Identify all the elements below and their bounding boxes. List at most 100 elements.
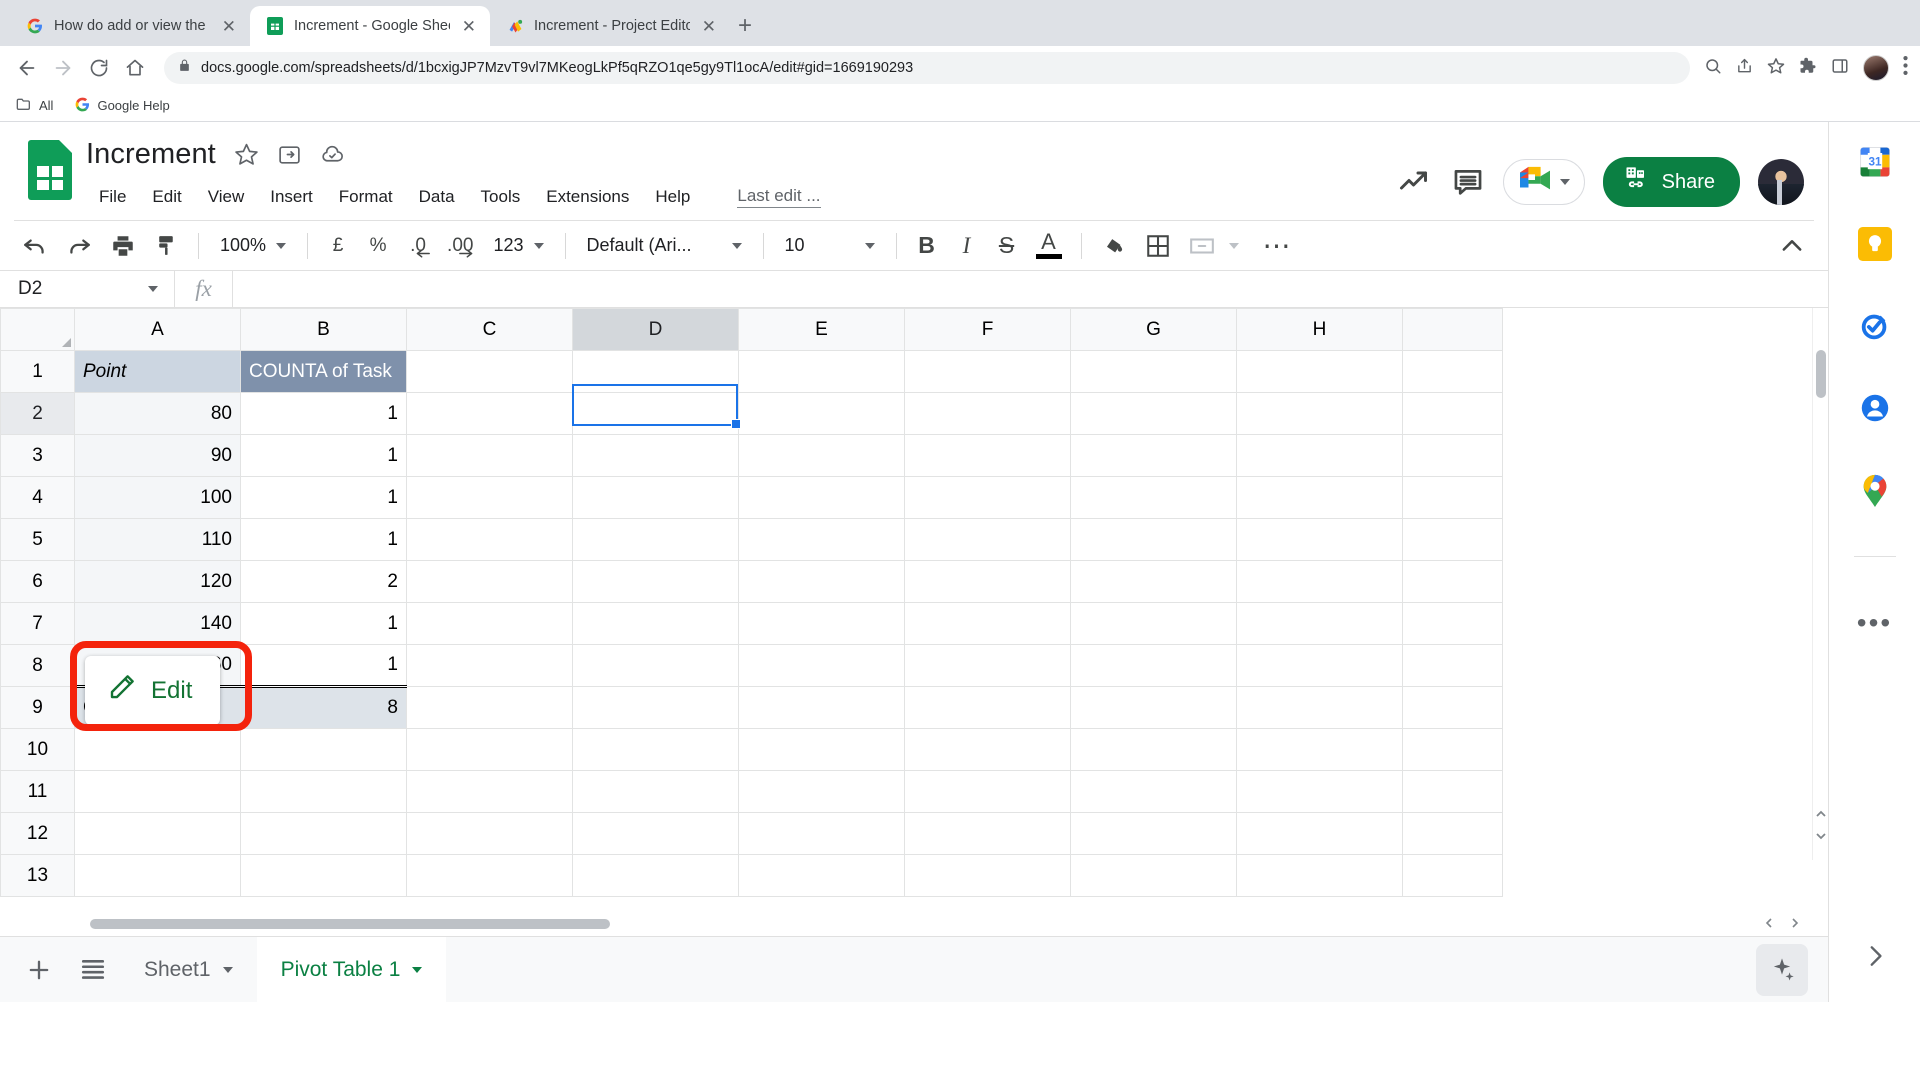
cell-d1[interactable] (572, 350, 739, 393)
cell-e2[interactable] (738, 392, 905, 435)
cell-e9[interactable] (738, 686, 905, 729)
cell-e11[interactable] (738, 770, 905, 813)
cell-i5[interactable] (1402, 518, 1503, 561)
cell-h12[interactable] (1236, 812, 1403, 855)
cell-c7[interactable] (406, 602, 573, 645)
cell-d4[interactable] (572, 476, 739, 519)
comment-icon[interactable] (1451, 165, 1485, 199)
cell-f5[interactable] (904, 518, 1071, 561)
reload-icon[interactable] (84, 53, 114, 83)
contacts-icon[interactable] (1853, 386, 1897, 430)
cell-h8[interactable] (1236, 644, 1403, 687)
menu-file[interactable]: File (86, 183, 139, 211)
cell-g5[interactable] (1070, 518, 1237, 561)
scroll-up-arrow[interactable] (1813, 807, 1828, 826)
sheet-tab-pivot-table-1[interactable]: Pivot Table 1 (256, 937, 447, 1002)
cell-f4[interactable] (904, 476, 1071, 519)
cell-e13[interactable] (738, 854, 905, 897)
font-size-selector[interactable]: 10 (775, 227, 885, 265)
cell-g11[interactable] (1070, 770, 1237, 813)
font-family-selector[interactable]: Default (Ari... (577, 227, 752, 265)
cell-e3[interactable] (738, 434, 905, 477)
column-header-f[interactable]: F (904, 308, 1071, 351)
cell-e5[interactable] (738, 518, 905, 561)
vertical-scroll-thumb[interactable] (1816, 350, 1826, 398)
paint-format-icon[interactable] (146, 227, 187, 265)
trending-chart-icon[interactable] (1397, 164, 1433, 200)
cell-b6[interactable]: 2 (240, 560, 407, 603)
browser-tab-1[interactable]: Increment - Google Sheets ✕ (250, 6, 490, 46)
strikethrough-button[interactable]: S (988, 227, 1026, 265)
cell-f8[interactable] (904, 644, 1071, 687)
cell-f2[interactable] (904, 392, 1071, 435)
cell-b3[interactable]: 1 (240, 434, 407, 477)
cell-h3[interactable] (1236, 434, 1403, 477)
menu-help[interactable]: Help (642, 183, 703, 211)
cell-d6[interactable] (572, 560, 739, 603)
row-header[interactable]: 10 (0, 728, 75, 771)
cell-c2[interactable] (406, 392, 573, 435)
cell-c6[interactable] (406, 560, 573, 603)
chevron-down-icon[interactable] (222, 966, 233, 973)
cell-a10[interactable] (74, 728, 241, 771)
account-avatar[interactable] (1758, 159, 1804, 205)
cell-g4[interactable] (1070, 476, 1237, 519)
cell-g12[interactable] (1070, 812, 1237, 855)
cell-h13[interactable] (1236, 854, 1403, 897)
row-header[interactable]: 5 (0, 518, 75, 561)
cell-e6[interactable] (738, 560, 905, 603)
text-color-button[interactable]: A (1028, 227, 1070, 265)
cell-f13[interactable] (904, 854, 1071, 897)
cell-h4[interactable] (1236, 476, 1403, 519)
column-header-e[interactable]: E (738, 308, 905, 351)
cell-i7[interactable] (1402, 602, 1503, 645)
cell-i2[interactable] (1402, 392, 1503, 435)
tab-close-icon[interactable]: ✕ (220, 18, 238, 35)
cell-b8[interactable]: 1 (240, 644, 407, 687)
cell-d11[interactable] (572, 770, 739, 813)
cell-e10[interactable] (738, 728, 905, 771)
chevron-down-icon[interactable] (148, 286, 158, 292)
cell-d12[interactable] (572, 812, 739, 855)
column-header-c[interactable]: C (406, 308, 573, 351)
cell-i8[interactable] (1402, 644, 1503, 687)
home-icon[interactable] (120, 53, 150, 83)
cell-e8[interactable] (738, 644, 905, 687)
cell-f10[interactable] (904, 728, 1071, 771)
chevron-down-icon[interactable] (1559, 179, 1570, 185)
calendar-icon[interactable]: 31 (1853, 140, 1897, 184)
last-edit-label[interactable]: Last edit ... (737, 186, 821, 208)
cell-d9[interactable] (572, 686, 739, 729)
cell-h9[interactable] (1236, 686, 1403, 729)
cell-b13[interactable] (240, 854, 407, 897)
cell-i10[interactable] (1402, 728, 1503, 771)
bookmark-all[interactable]: All (16, 97, 53, 114)
cell-f1[interactable] (904, 350, 1071, 393)
row-header[interactable]: 4 (0, 476, 75, 519)
expand-side-panel-icon[interactable] (1862, 943, 1888, 976)
menu-data[interactable]: Data (406, 183, 468, 211)
cell-b11[interactable] (240, 770, 407, 813)
cell-c10[interactable] (406, 728, 573, 771)
menu-edit[interactable]: Edit (139, 183, 194, 211)
cell-i9[interactable] (1402, 686, 1503, 729)
column-header-g[interactable]: G (1070, 308, 1237, 351)
scroll-right-arrow[interactable] (1782, 917, 1828, 932)
pivot-edit-button[interactable]: Edit (85, 656, 221, 725)
row-header[interactable]: 9 (0, 686, 75, 729)
menu-format[interactable]: Format (326, 183, 406, 211)
column-header-d[interactable]: D (572, 308, 739, 351)
cell-c3[interactable] (406, 434, 573, 477)
cell-c5[interactable] (406, 518, 573, 561)
scroll-down-arrow[interactable] (1813, 829, 1828, 848)
cell-e4[interactable] (738, 476, 905, 519)
cell-g7[interactable] (1070, 602, 1237, 645)
cell-g1[interactable] (1070, 350, 1237, 393)
explore-button[interactable] (1756, 943, 1808, 996)
row-header[interactable]: 6 (0, 560, 75, 603)
profile-avatar[interactable] (1863, 55, 1889, 81)
fill-color-icon[interactable] (1093, 227, 1135, 265)
cell-f11[interactable] (904, 770, 1071, 813)
sheets-app-icon[interactable] (28, 140, 72, 200)
cell-i4[interactable] (1402, 476, 1503, 519)
